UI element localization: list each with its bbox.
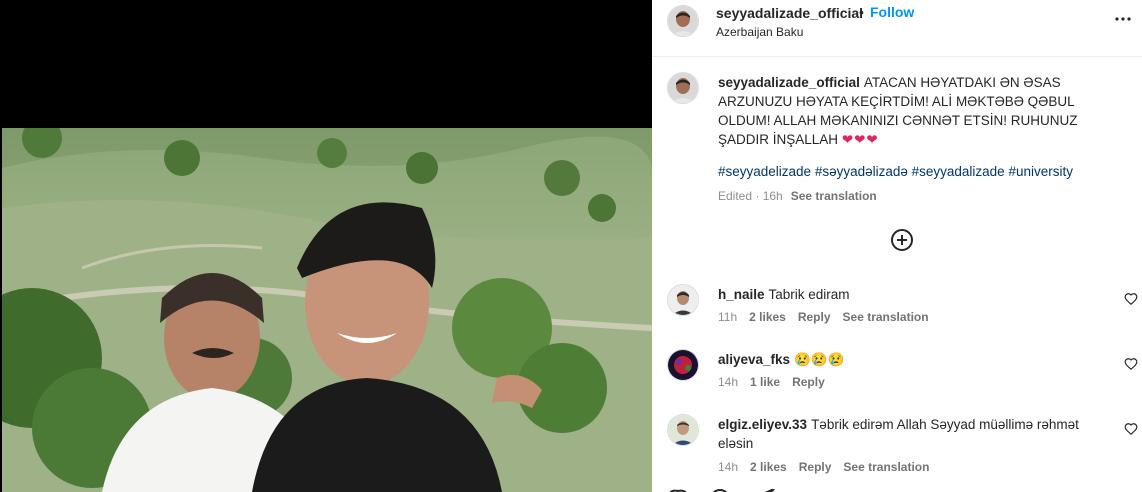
- comment-likes[interactable]: 1 like: [750, 375, 780, 389]
- comment-avatar[interactable]: [667, 349, 699, 381]
- selfie-photo: [2, 128, 652, 492]
- post-media: [0, 0, 652, 492]
- comment-text-block: elgiz.eliyev.33 Təbrik edirəm Allah Səyya…: [718, 415, 1098, 453]
- plus-circle-icon[interactable]: [890, 228, 914, 252]
- comment-text: 😢😢😢: [794, 352, 845, 367]
- heart-icon[interactable]: [1124, 422, 1138, 436]
- comment-time: 14h: [718, 460, 739, 474]
- comment-see-translation[interactable]: See translation: [843, 460, 929, 474]
- comment-meta: 14h 1 like Reply: [718, 375, 837, 389]
- comment-avatar[interactable]: [667, 414, 699, 446]
- follow-button[interactable]: Follow: [870, 4, 914, 20]
- post-header: seyyadalizade_official • Follow Azerbaij…: [652, 0, 1142, 57]
- comment-reply-button[interactable]: Reply: [792, 375, 825, 389]
- comment-time: 14h: [718, 375, 739, 389]
- action-bar: [652, 484, 1142, 492]
- comment-username[interactable]: elgiz.eliyev.33: [718, 417, 807, 432]
- comment-reply-button[interactable]: Reply: [799, 460, 832, 474]
- comment-username[interactable]: aliyeva_fks: [718, 352, 790, 367]
- comment-likes[interactable]: 2 likes: [749, 310, 786, 324]
- comment-meta: 11h 2 likes Reply See translation: [718, 310, 941, 324]
- caption-username[interactable]: seyyadalizade_official: [718, 75, 860, 90]
- comment-text-block: aliyeva_fks 😢😢😢: [718, 350, 1098, 369]
- comment-reply-button[interactable]: Reply: [798, 310, 831, 324]
- caption-avatar[interactable]: [667, 72, 699, 104]
- caption-edited-time: Edited · 16h: [718, 189, 783, 203]
- comment-text: Tabrik ediram: [768, 287, 850, 302]
- heart-icon[interactable]: [1124, 357, 1138, 371]
- separator-dot: •: [859, 4, 864, 20]
- heart-icon[interactable]: [1124, 292, 1138, 306]
- comment-meta: 14h 2 likes Reply See translation: [718, 460, 941, 474]
- post-sidebar: seyyadalizade_official • Follow Azerbaij…: [652, 0, 1142, 492]
- comment-item: h_naile Tabrik ediram 11h 2 likes Reply See …: [652, 284, 1142, 354]
- caption-meta: Edited · 16h See translation: [718, 189, 877, 203]
- comment-item: aliyeva_fks 😢😢😢 14h 1 like Reply: [652, 349, 1142, 419]
- comment-username[interactable]: h_naile: [718, 287, 765, 302]
- author-avatar[interactable]: [667, 5, 699, 37]
- more-horizontal-icon[interactable]: [1114, 10, 1132, 28]
- comment-time: 11h: [718, 310, 738, 324]
- comment-item: elgiz.eliyev.33 Təbrik edirəm Allah Səyya…: [652, 414, 1142, 484]
- post-photo[interactable]: [2, 128, 652, 492]
- comment-text-block: h_naile Tabrik ediram: [718, 285, 1098, 304]
- author-username[interactable]: seyyadalizade_official: [716, 5, 863, 21]
- caption-hashtags[interactable]: #seyyadelizade #səyyadəlizadə #seyyadali…: [718, 164, 1073, 179]
- caption-text-block: seyyadalizade_official ATACAN HƏYATDAKI Ə…: [718, 73, 1128, 149]
- comment-likes[interactable]: 2 likes: [750, 460, 787, 474]
- caption-see-translation[interactable]: See translation: [791, 189, 877, 203]
- post-location[interactable]: Azerbaijan Baku: [716, 25, 803, 39]
- heart-emojis: ❤❤❤: [841, 132, 879, 147]
- comment-avatar[interactable]: [667, 284, 699, 316]
- comment-see-translation[interactable]: See translation: [843, 310, 929, 324]
